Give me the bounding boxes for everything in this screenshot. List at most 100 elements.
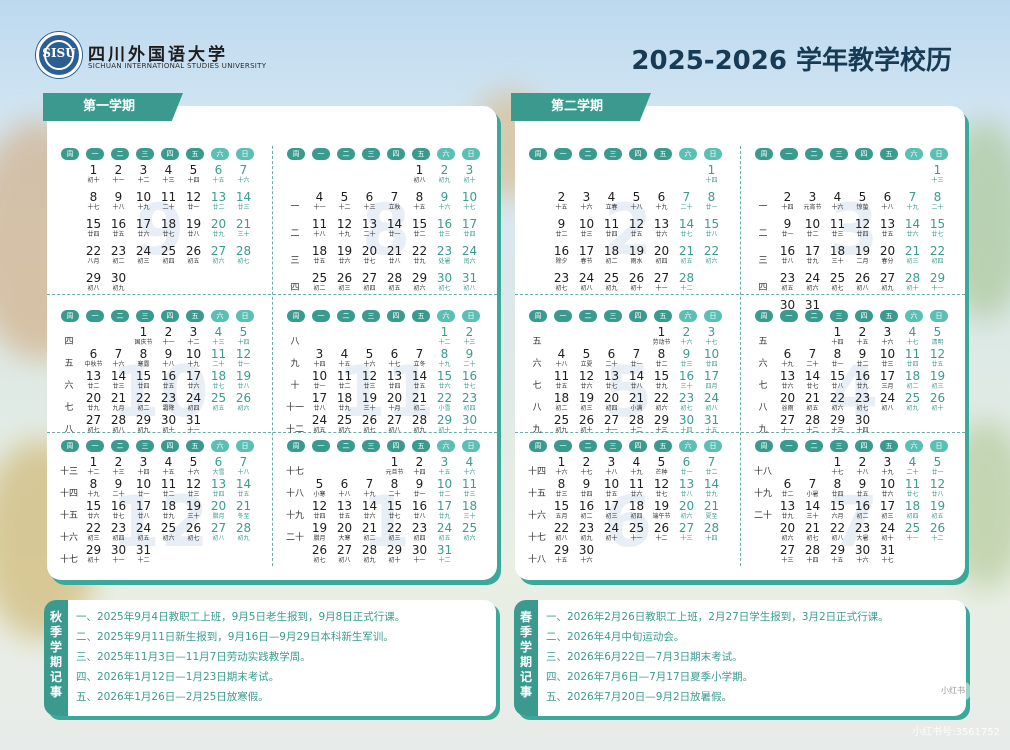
- day-cell[interactable]: 24 初五: [433, 522, 456, 543]
- day-cell[interactable]: 22 小雪: [433, 392, 456, 413]
- day-cell[interactable]: 14 廿七: [801, 370, 824, 391]
- day-cell[interactable]: 6 十七: [383, 348, 406, 369]
- day-cell[interactable]: 19 腊月: [308, 522, 331, 543]
- day-cell[interactable]: 4 十五: [157, 456, 180, 477]
- day-cell[interactable]: 11 二十: [157, 191, 180, 212]
- day-cell[interactable]: 30 初九: [107, 272, 130, 293]
- day-cell[interactable]: 1 十七: [826, 456, 849, 477]
- day-cell[interactable]: 1 十三: [926, 164, 949, 185]
- day-cell[interactable]: 28 初九: [358, 544, 381, 565]
- day-cell[interactable]: 19 雨水: [625, 245, 648, 266]
- day-cell[interactable]: 7 立冬: [408, 348, 431, 369]
- day-cell[interactable]: 8 二十: [383, 478, 406, 499]
- day-cell[interactable]: 5 清明: [926, 326, 949, 347]
- day-cell[interactable]: 26 十二: [926, 522, 949, 543]
- day-cell[interactable]: 23 初四: [107, 522, 130, 543]
- day-cell[interactable]: 16 廿八: [408, 500, 431, 521]
- day-cell[interactable]: 11 廿七: [901, 478, 924, 499]
- day-cell[interactable]: 6 十八: [876, 191, 899, 212]
- day-cell[interactable]: 1 十二: [433, 326, 456, 347]
- day-cell[interactable]: 10 廿一: [308, 370, 331, 391]
- day-cell[interactable]: 25 初六: [333, 414, 356, 435]
- day-cell[interactable]: 7 小暑: [801, 478, 824, 499]
- day-cell[interactable]: 17 春节: [575, 245, 598, 266]
- day-cell[interactable]: 26 初五: [182, 245, 205, 266]
- day-cell[interactable]: 13 廿六: [776, 370, 799, 391]
- day-cell[interactable]: 23 初七: [550, 272, 573, 293]
- day-cell[interactable]: 26 初十: [926, 392, 949, 413]
- day-cell[interactable]: 11 廿四: [600, 218, 623, 239]
- day-cell[interactable]: 29 十五: [550, 544, 573, 565]
- day-cell[interactable]: 26 初三: [333, 272, 356, 293]
- day-cell[interactable]: 31 初八: [458, 272, 481, 293]
- day-cell[interactable]: 31 十五: [700, 414, 723, 435]
- day-cell[interactable]: 3 十七: [700, 326, 723, 347]
- day-cell[interactable]: 12 廿六: [575, 370, 598, 391]
- day-cell[interactable]: 8 二十: [926, 191, 949, 212]
- day-cell[interactable]: 4 十三: [207, 326, 230, 347]
- day-cell[interactable]: 23 初九: [575, 522, 598, 543]
- day-cell[interactable]: 12 廿一: [232, 348, 255, 369]
- day-cell[interactable]: 9 十六: [433, 191, 456, 212]
- day-cell[interactable]: 26 初七: [358, 414, 381, 435]
- day-cell[interactable]: 16 初二: [851, 500, 874, 521]
- day-cell[interactable]: 27 初八: [383, 414, 406, 435]
- day-cell[interactable]: 24 初八: [876, 392, 899, 413]
- day-cell[interactable]: 26 十二: [650, 522, 673, 543]
- day-cell[interactable]: 25 十一: [901, 522, 924, 543]
- day-cell[interactable]: 9 廿五: [851, 478, 874, 499]
- day-cell[interactable]: 1 十六: [550, 456, 573, 477]
- day-cell[interactable]: 15 廿八: [826, 370, 849, 391]
- day-cell[interactable]: 10 廿一: [132, 478, 155, 499]
- day-cell[interactable]: 4 十九: [625, 456, 648, 477]
- day-cell[interactable]: 14 廿五: [232, 478, 255, 499]
- day-cell[interactable]: 18 廿九: [157, 500, 180, 521]
- day-cell[interactable]: 5 十八: [625, 191, 648, 212]
- day-cell[interactable]: 16 初二: [575, 500, 598, 521]
- day-cell[interactable]: 5 十四: [232, 326, 255, 347]
- day-cell[interactable]: 12 廿三: [182, 478, 205, 499]
- day-cell[interactable]: 12 廿七: [650, 478, 673, 499]
- day-cell[interactable]: 2 十四: [408, 456, 431, 477]
- day-cell[interactable]: 24 初五: [308, 414, 331, 435]
- day-cell[interactable]: 22 初二: [132, 392, 155, 413]
- day-cell[interactable]: 7 十九: [901, 191, 924, 212]
- day-cell[interactable]: 4 立春: [600, 191, 623, 212]
- day-cell[interactable]: 30 十六: [851, 544, 874, 565]
- day-cell[interactable]: 11 廿四: [901, 348, 924, 369]
- day-cell[interactable]: 4 十八: [550, 348, 573, 369]
- day-cell[interactable]: 28 十二: [675, 272, 698, 293]
- day-cell[interactable]: 13 廿二: [82, 370, 105, 391]
- day-cell[interactable]: 25 初九: [550, 414, 573, 435]
- day-cell[interactable]: 21 九月: [107, 392, 130, 413]
- day-cell[interactable]: 30 十一: [408, 544, 431, 565]
- day-cell[interactable]: 13 廿五: [876, 218, 899, 239]
- day-cell[interactable]: 29 初六: [408, 272, 431, 293]
- day-cell[interactable]: 18 廿九: [333, 392, 356, 413]
- day-cell[interactable]: 2 十三: [458, 326, 481, 347]
- day-cell[interactable]: 8 廿一: [700, 191, 723, 212]
- day-cell[interactable]: 26 初十: [575, 414, 598, 435]
- day-cell[interactable]: 16 三十: [675, 370, 698, 391]
- day-cell[interactable]: 19 初五: [926, 500, 949, 521]
- day-cell[interactable]: 12 廿五: [625, 218, 648, 239]
- day-cell[interactable]: 14 廿三: [232, 191, 255, 212]
- day-cell[interactable]: 3 十二: [182, 326, 205, 347]
- day-cell[interactable]: 21 三十: [232, 218, 255, 239]
- day-cell[interactable]: 5 十六: [182, 456, 205, 477]
- day-cell[interactable]: 4 十三: [157, 164, 180, 185]
- day-cell[interactable]: 24 初六: [801, 272, 824, 293]
- day-cell[interactable]: 10 廿四: [700, 348, 723, 369]
- day-cell[interactable]: 5 十二: [333, 191, 356, 212]
- day-cell[interactable]: 3 元宵节: [801, 191, 824, 212]
- day-cell[interactable]: 5 十六: [358, 348, 381, 369]
- day-cell[interactable]: 21 初五: [801, 392, 824, 413]
- day-cell[interactable]: 22 廿九: [408, 245, 431, 266]
- day-cell[interactable]: 6 廿二: [776, 478, 799, 499]
- day-cell[interactable]: 30 十一: [107, 544, 130, 565]
- day-cell[interactable]: 10 廿三: [876, 348, 899, 369]
- day-cell[interactable]: 23 初七: [851, 392, 874, 413]
- day-cell[interactable]: 2 十四: [776, 191, 799, 212]
- day-cell[interactable]: 15 廿八: [700, 218, 723, 239]
- day-cell[interactable]: 2 十三: [107, 456, 130, 477]
